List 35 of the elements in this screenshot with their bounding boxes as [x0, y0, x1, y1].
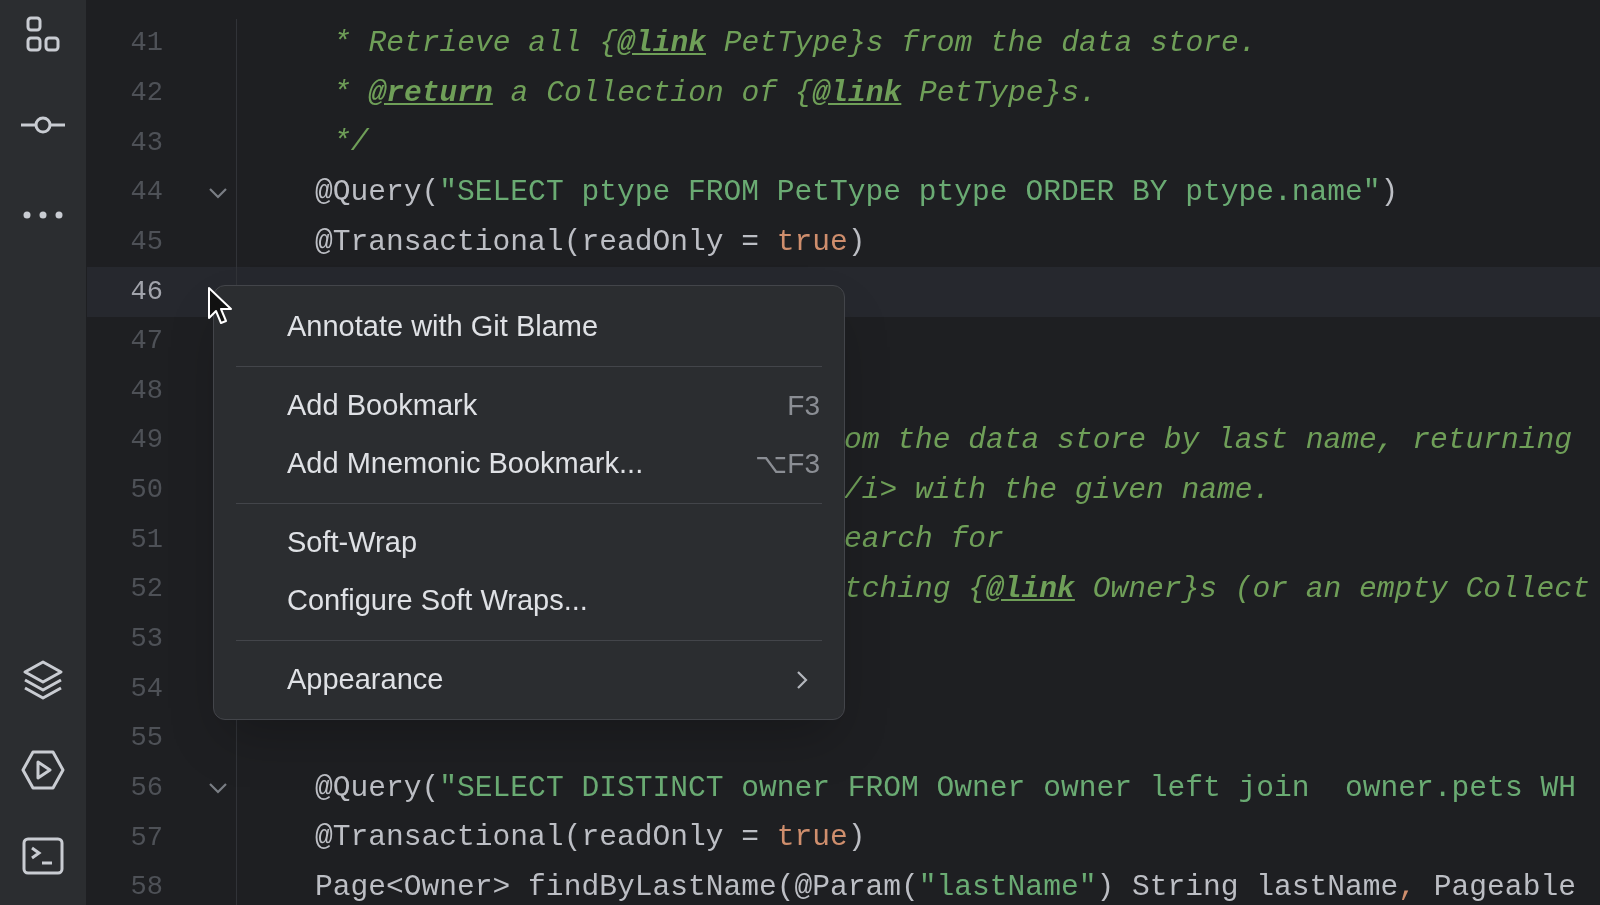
menu-item[interactable]: Appearance: [236, 651, 822, 709]
terminal-icon[interactable]: [22, 837, 64, 875]
code-line: @Transactional(readOnly = true): [315, 227, 866, 258]
cursor-icon: [207, 286, 233, 326]
code-line: Page<Owner> findByLastName(@Param("lastName") String lastName, Pageable: [315, 872, 1576, 903]
more-icon[interactable]: [23, 211, 63, 219]
shortcut-label: F3: [787, 389, 820, 423]
menu-item-label: Annotate with Git Blame: [287, 309, 600, 345]
project-icon[interactable]: [24, 16, 62, 54]
comment-line: * Retrieve all {@link PetType}s from the data store.: [333, 29, 1257, 59]
shortcut-label: ⌥F3: [755, 447, 820, 481]
code-line: @Transactional(readOnly = true): [315, 823, 866, 853]
menu-item[interactable]: Annotate with Git Blame: [236, 298, 822, 356]
line-number: 46: [129, 278, 163, 306]
comment-line: om the data store by last name, returning: [844, 426, 1573, 456]
comment-line: tching {@link Owner}s (or an empty Collect: [844, 575, 1590, 605]
menu-item[interactable]: Add Bookmark F3: [236, 377, 822, 435]
comment-line: /i> with the given name.: [844, 475, 1271, 506]
fold-chevron-icon[interactable]: [208, 782, 228, 795]
run-icon[interactable]: [21, 750, 65, 790]
menu-item[interactable]: Add Mnemonic Bookmark... ⌥F3: [236, 435, 822, 493]
menu-item-label: Configure Soft Wraps...: [287, 583, 589, 619]
layers-icon[interactable]: [22, 659, 64, 701]
menu-item[interactable]: Soft-Wrap: [236, 514, 822, 572]
code-line: @Query("SELECT DISTINCT owner FROM Owner owner left join owner.pets WH: [315, 773, 1576, 804]
menu-item-label: Add Mnemonic Bookmark...: [287, 446, 645, 482]
menu-item-label: Add Bookmark: [287, 388, 479, 424]
comment-line: */: [333, 128, 369, 158]
menu-item[interactable]: Configure Soft Wraps...: [236, 572, 822, 630]
comment-line: * @return a Collection of {@link PetType}s.: [333, 78, 1097, 109]
code-line: @Query("SELECT ptype FROM PetType ptype ORDER BY ptype.name"): [315, 177, 1399, 208]
comment-line: earch for: [844, 525, 1004, 555]
menu-item-label: Soft-Wrap: [287, 525, 418, 561]
menu-item-label: Appearance: [287, 662, 445, 698]
fold-chevron-icon[interactable]: [208, 186, 228, 199]
